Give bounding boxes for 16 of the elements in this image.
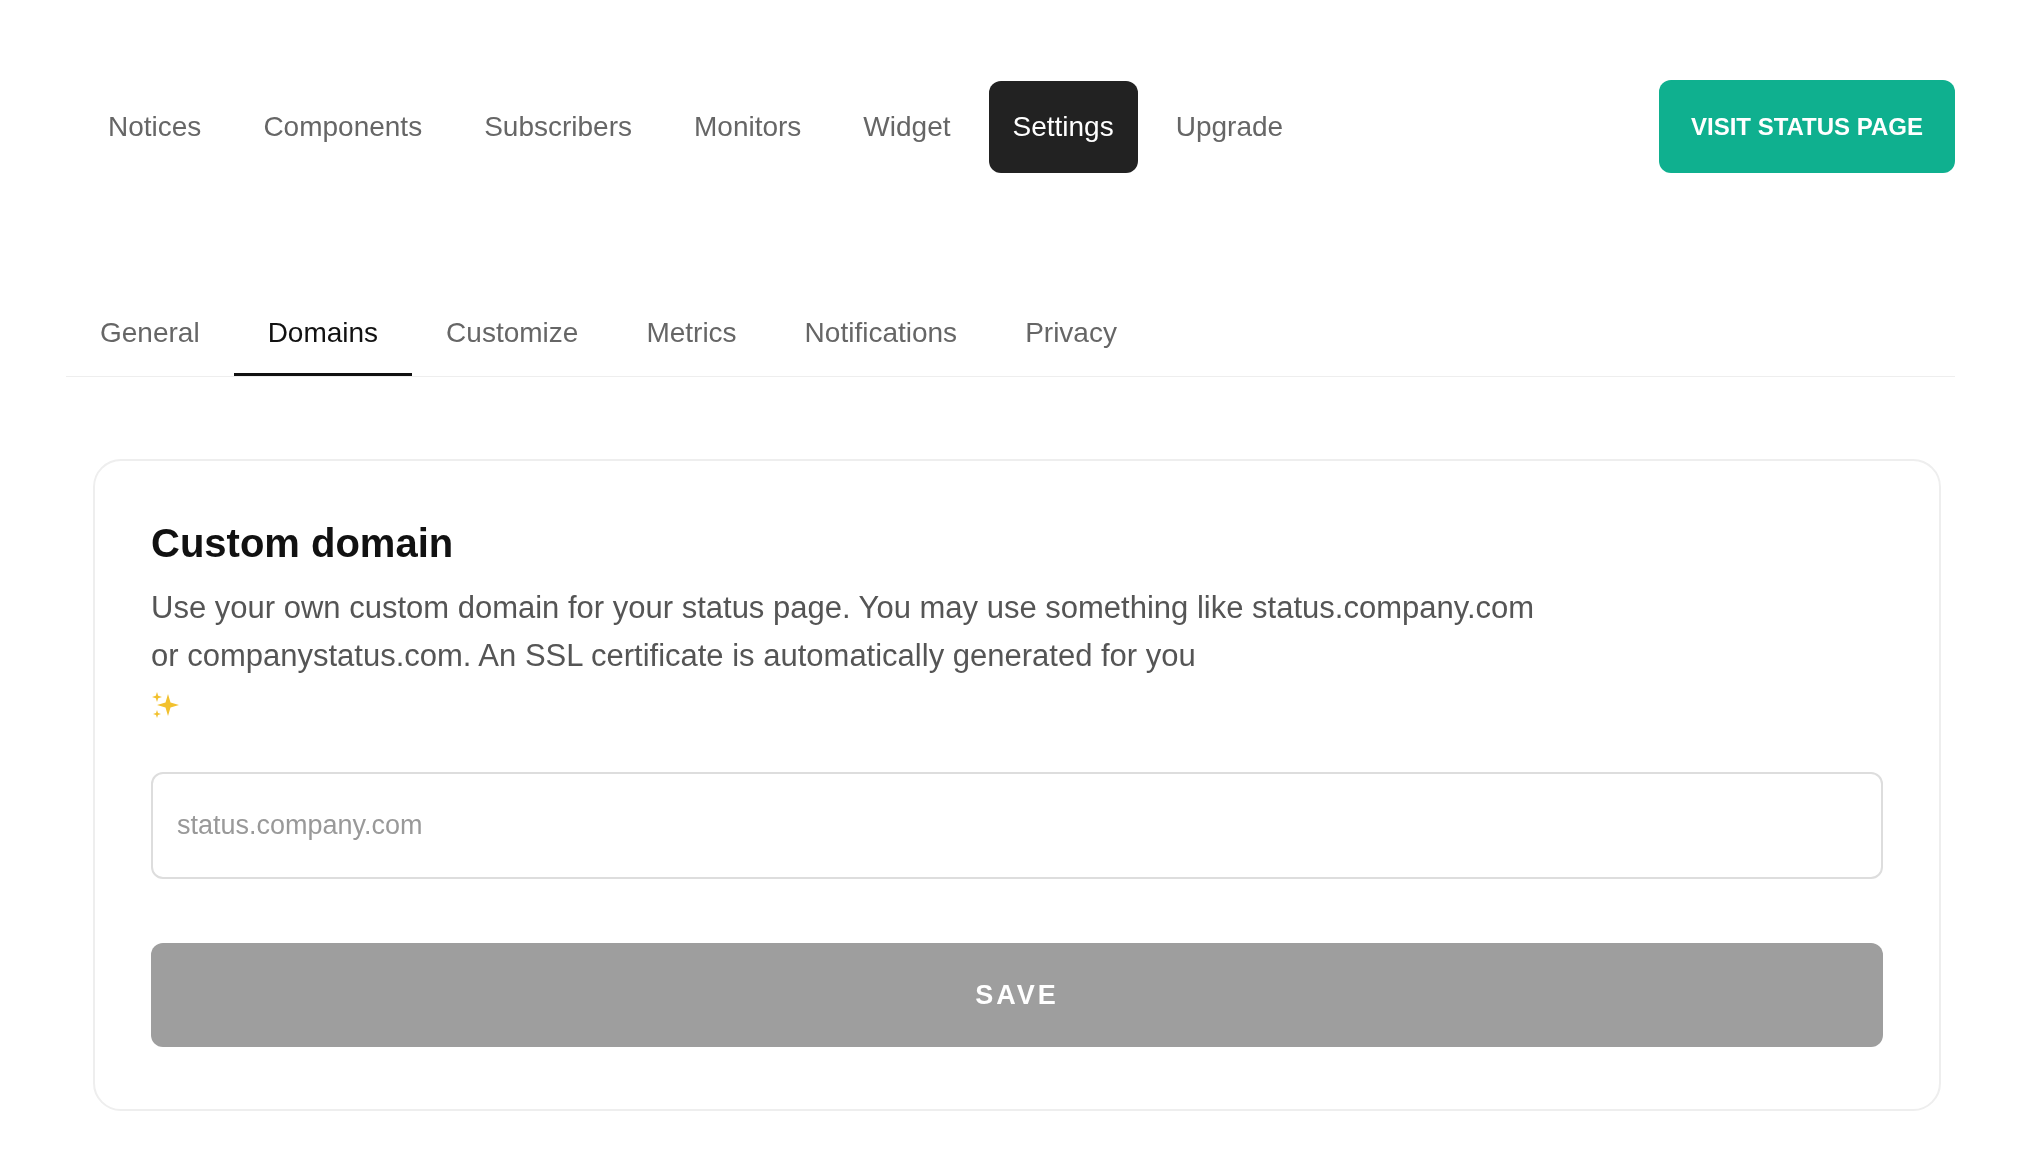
nav-tab[interactable]: Subscribers [460, 80, 656, 173]
sub-tab[interactable]: Privacy [991, 299, 1151, 376]
card-title: Custom domain [151, 521, 455, 566]
sub-tab[interactable]: General [66, 299, 234, 376]
sub-tab[interactable]: Notifications [770, 299, 992, 376]
nav-tab[interactable]: Widget [839, 80, 975, 173]
sub-tab[interactable]: Domains [233, 299, 413, 376]
nav-tab[interactable]: Settings [988, 80, 1138, 173]
nav-tab[interactable]: Monitors [670, 80, 826, 173]
card-description: Use your own custom domain for your status page. You may use something like status.company.com or companystatus.com. An SSL certificate is automatically generated for you [151, 589, 1536, 675]
nav-tab[interactable]: Components [239, 80, 447, 173]
sub-tab[interactable]: Customize [412, 299, 613, 376]
nav-tab[interactable]: Notices [84, 80, 226, 173]
sub-tab[interactable]: Metrics [612, 299, 771, 376]
nav-tab[interactable]: Upgrade [1151, 80, 1308, 173]
domain-input-field[interactable]: status.company.com [151, 772, 1883, 879]
